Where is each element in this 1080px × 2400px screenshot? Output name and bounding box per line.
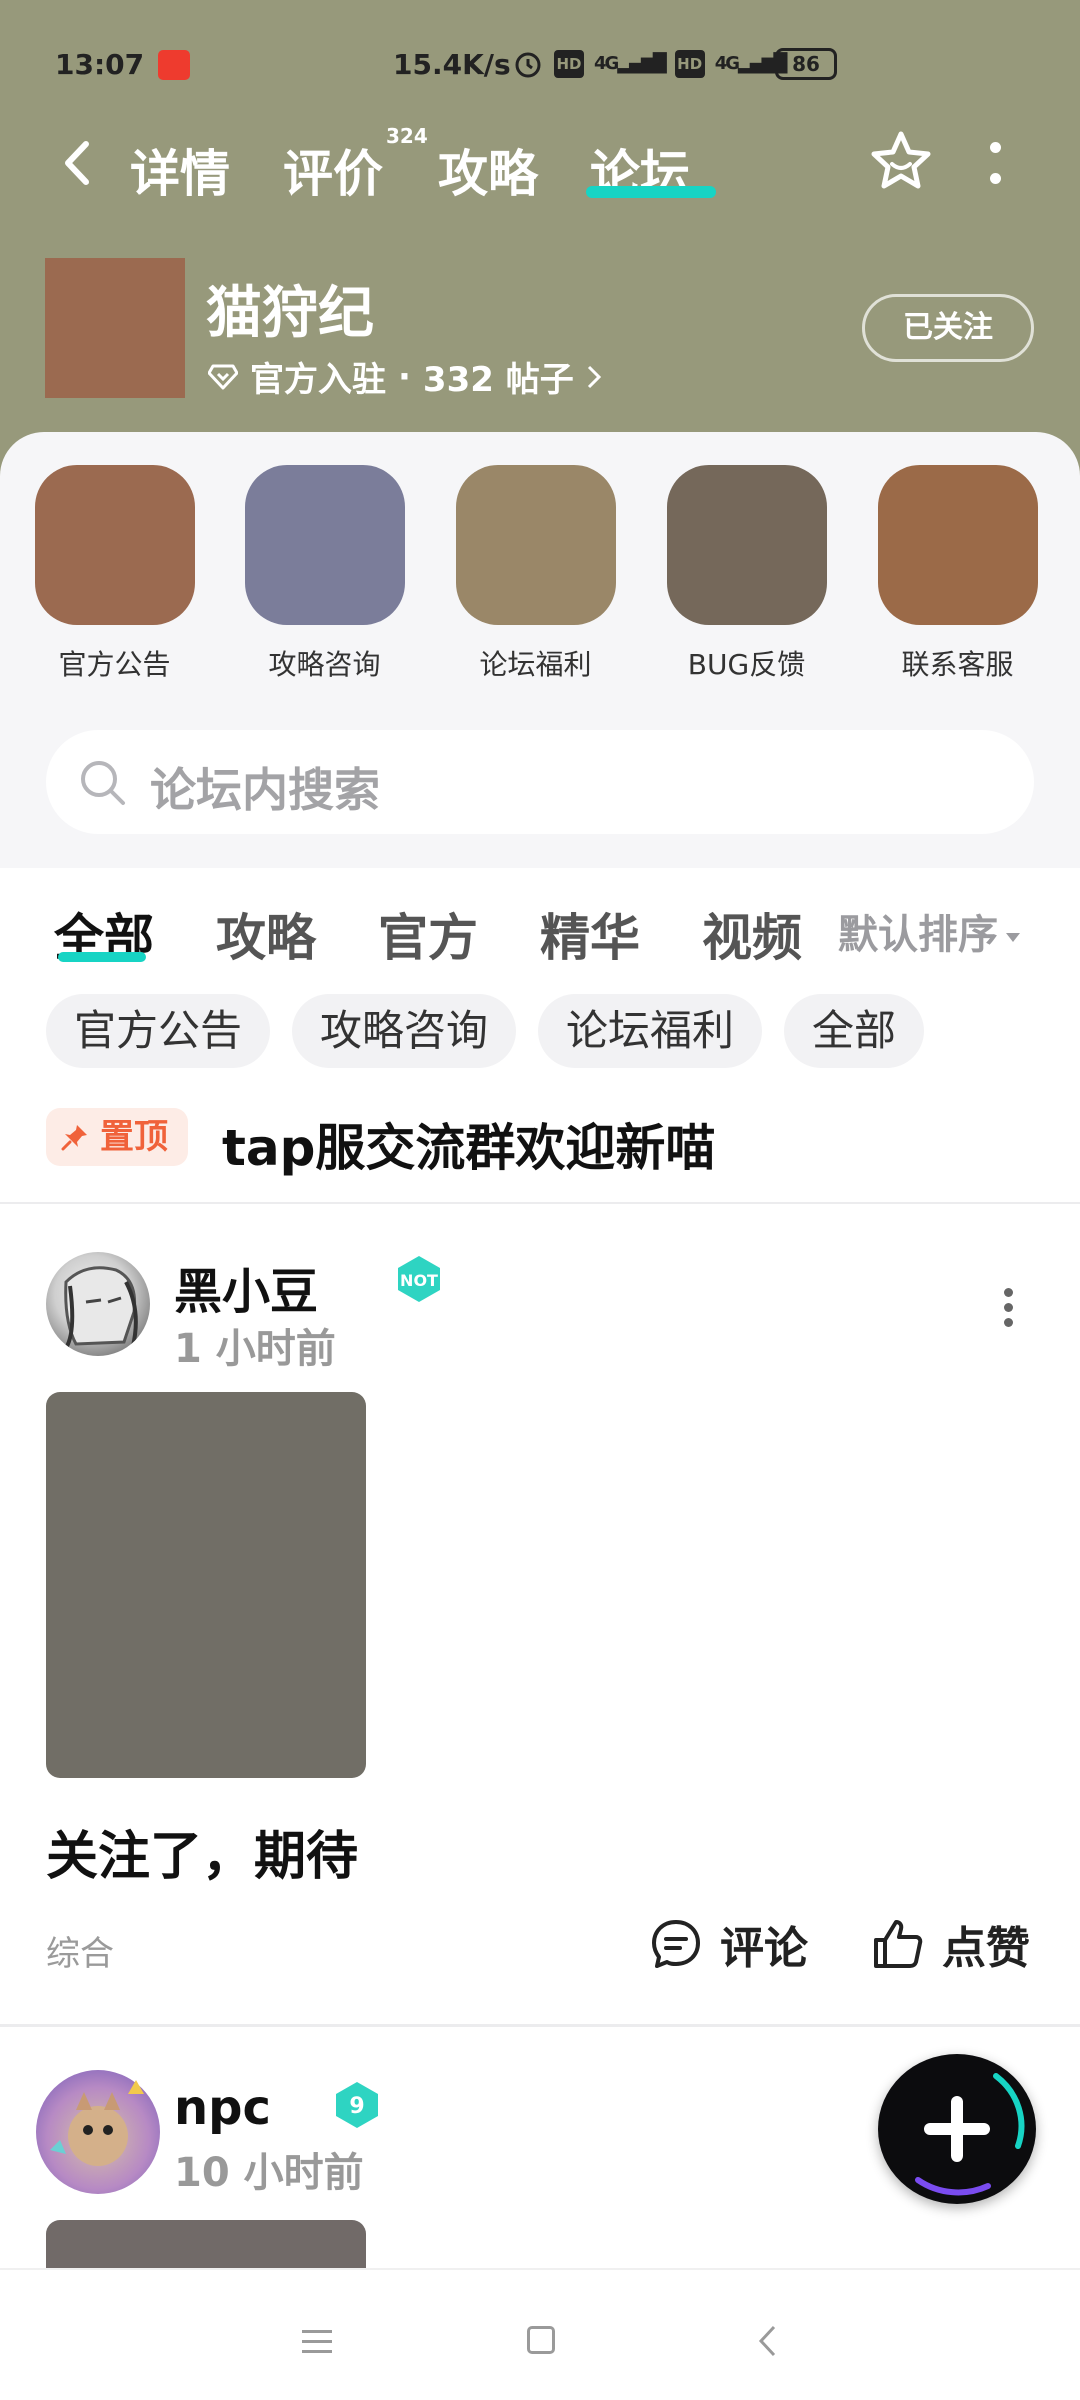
post-author[interactable]: 黑小豆 (174, 1252, 318, 1322)
category-label: BUG反馈 (687, 648, 806, 681)
follow-button[interactable]: 已关注 (862, 294, 1034, 362)
post-time: 10 小时前 (174, 2150, 364, 2196)
category-shortcuts: 官方公告 攻略咨询 论坛福利 BUG反馈 联系客服 (0, 465, 1080, 685)
post-time: 1 小时前 (174, 1326, 336, 1372)
diamond-icon (208, 364, 238, 389)
create-post-button[interactable] (878, 2054, 1036, 2204)
post-author[interactable]: npc (174, 2080, 271, 2136)
tab-reviews[interactable]: 评价 (283, 134, 383, 206)
category-forum-benefits[interactable]: 论坛福利 (453, 465, 618, 683)
filter-tab-indicator (58, 952, 146, 962)
star-favorite-icon[interactable] (866, 126, 936, 196)
network-speed: 15.4K/s (393, 48, 511, 81)
category-icon (34, 465, 195, 625)
app-notification-icon (158, 50, 190, 80)
game-title: 猫狩纪 (206, 281, 374, 346)
more-options-icon[interactable] (988, 142, 1002, 186)
filter-tab-official[interactable]: 官方 (378, 898, 478, 970)
header: 13:07 15.4K/s HD 4G▂▄▆█ HD 4G▂▄▆█ 86 详情 … (0, 0, 1080, 480)
svg-text:NOT: NOT (400, 1271, 438, 1290)
post-category[interactable]: 综合 (46, 1926, 114, 1975)
tab-guides[interactable]: 攻略 (438, 134, 538, 206)
category-icon (877, 465, 1038, 625)
thumbs-up-icon (874, 1920, 923, 1968)
chip-all[interactable]: 全部 (784, 994, 925, 1068)
system-back-icon[interactable] (756, 2324, 780, 2358)
search-icon (81, 761, 125, 805)
category-label: 论坛福利 (479, 648, 592, 681)
pinned-tag: 置顶 (46, 1108, 188, 1166)
avatar-art (64, 1266, 138, 1351)
hd-icon: HD (554, 50, 584, 78)
pinned-post-title: tap服交流群欢迎新喵 (222, 1119, 716, 1177)
category-icon (455, 465, 616, 625)
system-navigation-bar (0, 2268, 1080, 2400)
divider (0, 1202, 1080, 1204)
post-count: 332 帖子 (422, 360, 574, 400)
category-guide-questions[interactable]: 攻略咨询 (242, 465, 407, 683)
chip-guide-questions[interactable]: 攻略咨询 (292, 994, 517, 1068)
pin-icon (61, 1125, 87, 1151)
sort-label: 默认排序 (838, 912, 998, 958)
alarm-icon (515, 52, 541, 78)
active-tab-indicator (586, 186, 716, 198)
sort-dropdown[interactable]: 默认排序 (838, 902, 1020, 960)
comment-button[interactable]: 评论 (648, 1912, 808, 1976)
avatar[interactable] (46, 1252, 150, 1356)
category-label: 攻略咨询 (268, 648, 381, 681)
hd-icon-2: HD (674, 50, 705, 78)
avatar-art (50, 2080, 144, 2166)
svg-text:9: 9 (349, 2094, 364, 2119)
search-placeholder: 论坛内搜索 (150, 763, 380, 817)
post-image[interactable] (46, 1392, 366, 1778)
signal-icon: 4G▂▄▆█ (594, 53, 667, 74)
caret-down-icon (1006, 932, 1020, 942)
game-meta[interactable]: 官方入驻 · 332 帖子 (208, 352, 602, 401)
filter-tab-guides[interactable]: 攻略 (216, 898, 316, 970)
recent-apps-icon[interactable] (302, 2330, 332, 2360)
meta-separator: · (398, 356, 411, 397)
chip-official-announcements[interactable]: 官方公告 (46, 994, 271, 1068)
tab-details[interactable]: 详情 (130, 134, 230, 206)
post-more-icon[interactable] (1002, 1288, 1014, 1328)
chevron-right-icon (587, 365, 601, 388)
status-icons: HD 4G▂▄▆█ HD 4G▂▄▆█ (512, 48, 787, 80)
category-contact-support[interactable]: 联系客服 (875, 465, 1040, 683)
avatar[interactable] (36, 2070, 160, 2194)
top-nav: 详情 评价 324 攻略 论坛 (0, 120, 1080, 210)
status-bar: 13:07 15.4K/s HD 4G▂▄▆█ HD 4G▂▄▆█ 86 (0, 40, 1080, 90)
category-label: 官方公告 (58, 648, 171, 681)
reviews-count-badge: 324 (386, 124, 428, 148)
category-icon (244, 465, 405, 625)
category-icon (666, 465, 827, 625)
home-icon[interactable] (527, 2326, 555, 2354)
comment-icon (652, 1920, 700, 1968)
chip-forum-benefits[interactable]: 论坛福利 (538, 994, 763, 1068)
level-badge-icon: NOT (398, 1256, 440, 1302)
divider (0, 2024, 1080, 2027)
pinned-tag-label: 置顶 (100, 1117, 168, 1157)
like-button[interactable]: 点赞 (870, 1912, 1030, 1976)
game-thumbnail[interactable] (45, 258, 185, 398)
forum-search-input[interactable]: 论坛内搜索 (46, 730, 1034, 834)
status-time: 13:07 (55, 48, 145, 81)
sub-category-chips: 官方公告 攻略咨询 论坛福利 全部 (46, 994, 925, 1068)
filter-tab-featured[interactable]: 精华 (540, 898, 640, 970)
pinned-post[interactable]: 置顶 tap服交流群欢迎新喵 (46, 1104, 1034, 1177)
plus-icon-vertical (951, 2096, 963, 2162)
like-label: 点赞 (942, 1923, 1030, 1974)
comment-label: 评论 (720, 1923, 808, 1974)
category-bug-feedback[interactable]: BUG反馈 (664, 465, 829, 683)
category-label: 联系客服 (901, 648, 1014, 681)
post-content[interactable]: 关注了，期待 (46, 1814, 358, 1889)
filter-tab-videos[interactable]: 视频 (702, 898, 802, 970)
back-arrow-icon[interactable] (58, 138, 94, 188)
level-badge-icon: 9 (336, 2082, 378, 2128)
official-label: 官方入驻 (250, 360, 386, 400)
category-official-announcements[interactable]: 官方公告 (32, 465, 197, 683)
battery-icon: 86 (775, 48, 837, 80)
